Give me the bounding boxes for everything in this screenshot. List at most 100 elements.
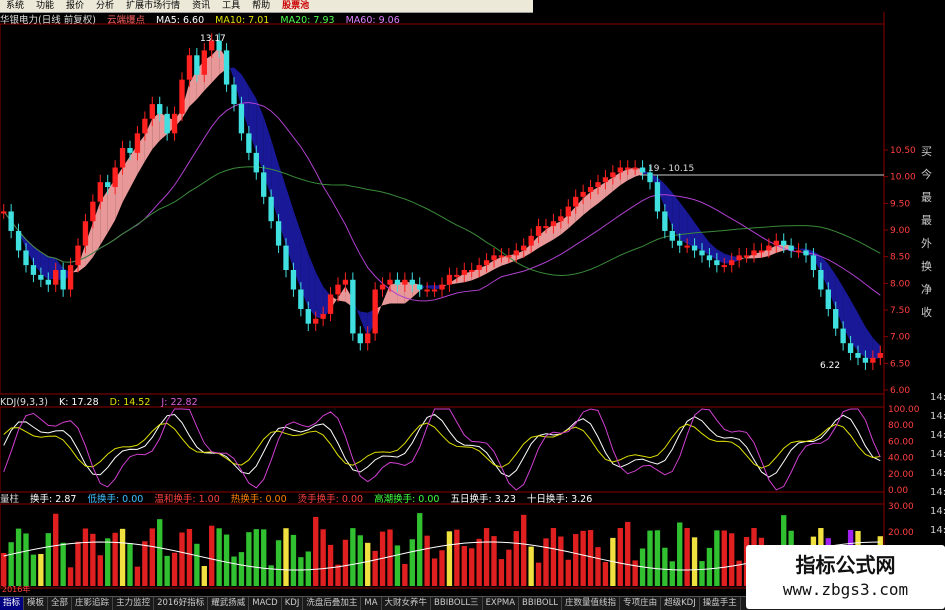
price-axis-label: 6.50 [890, 359, 910, 369]
kdj-axis-label: 100.00 [888, 405, 920, 415]
kdj-header: KDJ(9,3,3) K: 17.28 D: 14.52 J: 22.82 [0, 396, 206, 409]
right-info-label: 最 [921, 214, 932, 227]
volume-bar [30, 554, 37, 586]
kline-chart[interactable]: 10.50 10.00 9.50 9.00 8.50 8.00 7.50 7.00 6.50 6.… [0, 0, 945, 609]
volume-bar [521, 514, 527, 586]
cloud-band [679, 202, 688, 244]
volume-bar [350, 528, 356, 586]
candle-body [639, 167, 646, 173]
price-header: 华银电力(日线 前复权) 云端爆点 MA5: 6.60 MA10: 7.01 M… [0, 14, 408, 27]
candle-body [803, 250, 809, 256]
volume-bar [313, 516, 319, 586]
candle-body [387, 279, 393, 285]
indicator-tab[interactable]: 庄数量值线指 [562, 597, 621, 610]
volume-bar [97, 555, 103, 586]
indicator-tab[interactable]: MACD [249, 597, 282, 610]
volume-bar [365, 542, 371, 586]
cloud-band [211, 47, 220, 83]
volume-bar [372, 550, 378, 586]
indicator-tab[interactable]: 耀武扬威 [208, 597, 250, 610]
indicator-tab[interactable]: 2016好指标 [154, 597, 209, 610]
candle-body [862, 357, 869, 363]
volume-bar [506, 549, 512, 586]
candle-body [446, 274, 453, 285]
indicator-tab[interactable]: 超级KDJ [661, 597, 700, 610]
candle-body [721, 265, 727, 268]
volume-bar [573, 534, 579, 586]
volume-bar [283, 528, 289, 586]
right-info-panel: 买今最最外换净收 [921, 140, 945, 324]
indicator-tab[interactable]: MA [361, 597, 382, 610]
candle-body [350, 279, 356, 334]
indicator-tab[interactable]: KDJ [282, 597, 304, 610]
indicator-tab[interactable]: 大财女养牛 [382, 597, 432, 610]
candle-body [543, 226, 549, 229]
indicator-tab[interactable]: 全部 [48, 597, 73, 610]
candle-body [580, 191, 586, 197]
candle-body [335, 284, 341, 295]
candle-body [67, 265, 74, 290]
candle-body [751, 250, 757, 256]
candle-body [134, 133, 141, 153]
indicator-tab[interactable]: 指标 [0, 597, 25, 610]
ma60-line [3, 166, 881, 276]
volume-bar [171, 552, 178, 586]
candle-body [454, 274, 460, 277]
vol-rhs: 热换手: 0.00 [230, 494, 287, 505]
indicator-tab[interactable]: 洗盘后叠加主 [303, 597, 362, 610]
vol-hs: 换手: 2.87 [30, 494, 77, 505]
volume-bar [602, 561, 609, 586]
price-axis-label: 7.00 [890, 333, 910, 343]
indicator-tab[interactable]: 操盘手主 [700, 597, 741, 610]
indicator-tab[interactable]: BBIBOLL [519, 597, 563, 610]
cloud-band [858, 313, 866, 358]
candle-body [290, 270, 297, 290]
indicator-tab[interactable]: 专项庄由 [620, 597, 662, 610]
ma5-label: MA5: 6.60 [156, 15, 205, 26]
time-label: 14: [930, 411, 945, 422]
candle-body [394, 279, 401, 285]
candle-body [558, 216, 564, 222]
candle-body [647, 172, 653, 183]
price-axis-label: 6.00 [890, 386, 910, 396]
candle-body [513, 250, 519, 256]
kdj-k: K: 17.28 [58, 397, 99, 408]
candle-body [8, 211, 14, 231]
candle-body [313, 318, 319, 324]
candle-body [506, 255, 512, 258]
volume-bar [580, 530, 586, 586]
candle-body [97, 182, 103, 202]
volume-bar [246, 532, 252, 586]
kdj-axis-label: 20.00 [888, 470, 914, 480]
volume-bar [565, 559, 571, 586]
volume-bar [112, 532, 118, 586]
candle-body [461, 270, 467, 275]
indicator-tab[interactable]: EXPMA [483, 597, 520, 610]
candle-body [498, 255, 505, 258]
volume-bar [684, 528, 690, 586]
volume-bar [550, 528, 557, 586]
volume-bar [402, 563, 408, 586]
indicator-tab[interactable]: 庄影追踪 [72, 597, 114, 610]
time-label: 14: [930, 392, 945, 403]
candle-body [469, 270, 475, 272]
candle-body [53, 270, 59, 285]
volume-bar [721, 530, 727, 586]
volume-bar [45, 533, 51, 586]
candle-body [736, 255, 742, 261]
indicator-tab[interactable]: 主力监控 [113, 597, 155, 610]
volume-bar [669, 561, 675, 586]
candle-body [677, 240, 683, 246]
indicator-tab[interactable]: 模板 [24, 597, 49, 610]
candle-body [261, 172, 267, 197]
volume-bar [149, 528, 155, 586]
candle-body [15, 230, 22, 251]
volume-bar [335, 564, 341, 586]
volume-bar [476, 538, 482, 586]
volume-bar [53, 513, 59, 586]
indicator-tab[interactable]: BBIBOLL三 [431, 597, 483, 610]
candle-body [149, 104, 155, 119]
candle-body [194, 55, 200, 75]
volume-bar [454, 529, 460, 586]
volume-axis-label: 20.00 [888, 528, 914, 538]
